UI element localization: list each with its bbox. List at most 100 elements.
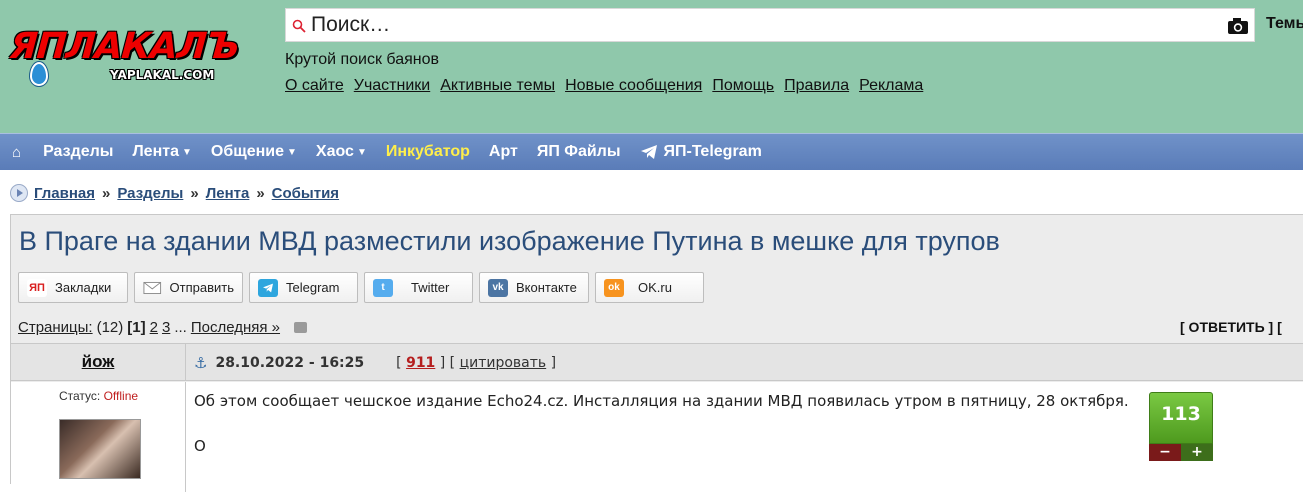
rate-down-button[interactable]: − [1149,444,1181,461]
breadcrumb-separator: » [256,184,265,202]
breadcrumb: Главная » Разделы » Лента » События [10,184,339,202]
breadcrumb-arrow-icon [10,184,28,202]
share-send-button[interactable]: Отправить [134,272,243,303]
breadcrumb-sections[interactable]: Разделы [117,185,183,202]
share-twitter-button[interactable]: t Twitter [364,272,473,303]
nav-item-feed[interactable]: Лента ▼ [132,143,191,161]
topic-block: В Праге на здании МВД разместили изображ… [10,214,1303,492]
nav-item-label: Разделы [43,143,114,160]
telegram-icon [258,278,278,297]
breadcrumb-separator: » [190,184,199,202]
home-icon[interactable]: ⌂ [12,144,21,161]
bracket-open: [ [396,355,407,371]
top-link-help[interactable]: Помощь [712,77,774,95]
subscribe-icon[interactable] [294,322,308,333]
top-link-members[interactable]: Участники [354,77,430,95]
share-label: Twitter [411,280,450,295]
pages-total: (12) [96,319,124,336]
post-paragraph: Об этом сообщает чешское издание Echo24.… [194,392,1129,410]
share-buttons: ЯП Закладки Отправить Telegram t Twitter… [18,272,704,303]
envelope-icon [143,281,162,294]
post-rating: 113 − + [1149,392,1213,462]
share-bookmarks-button[interactable]: ЯП Закладки [18,272,128,303]
nav-item-label: Лента [132,143,179,160]
nav-item-telegram[interactable]: ЯП-Telegram [640,143,762,161]
vk-icon: vk [488,278,508,297]
share-vk-button[interactable]: vk Вконтакте [479,272,589,303]
teardrop-icon [30,62,48,86]
status-label: Статус: [58,389,101,403]
nav-item-chat[interactable]: Общение ▼ [211,143,297,161]
page-current: [1] [127,319,146,336]
share-label: Отправить [169,280,234,295]
nav-item-label: Общение [210,143,285,160]
caret-down-icon: ▼ [287,146,297,158]
rating-value: 113 [1149,392,1213,444]
top-link-about[interactable]: О сайте [285,77,344,95]
search-box [285,8,1255,42]
top-links: О сайте Участники Активные темы Новые со… [285,77,923,95]
status-value: Offline [103,389,139,403]
reply-button[interactable]: [ ОТВЕТИТЬ ] [ [1180,319,1282,335]
search-tagline: Крутой поиск баянов [285,51,440,68]
nav-item-label: Арт [488,143,518,160]
bracket-close: ] [546,355,557,371]
post-paragraph: О [194,437,206,455]
top-link-ads[interactable]: Реклама [859,77,923,95]
author-info: Статус: Offline [11,382,186,492]
topic-title: В Праге на здании МВД разместили изображ… [19,226,1000,256]
breadcrumb-events[interactable]: События [272,185,339,202]
share-ok-button[interactable]: ok OK.ru [595,272,704,303]
share-label: Вконтакте [516,280,577,295]
rate-up-button[interactable]: + [1181,444,1213,461]
nav-item-label: ЯП-Telegram [663,143,762,160]
main-nav: ⌂ Разделы Лента ▼ Общение ▼ Хаос ▼ Инкубато… [0,133,1303,170]
post-number-link[interactable]: 911 [406,355,435,371]
telegram-icon [640,145,657,159]
top-link-new-messages[interactable]: Новые сообщения [565,77,702,95]
breadcrumb-feed[interactable]: Лента [206,185,250,202]
themes-label[interactable]: Темы [1266,15,1303,33]
pages-ellipsis: ... [174,319,187,336]
nav-item-files[interactable]: ЯП Файлы [537,143,621,161]
nav-item-label: Инкубатор [385,143,470,160]
author-cell: йож [11,344,186,380]
avatar[interactable] [59,419,141,479]
cite-link[interactable]: цитировать [460,355,547,371]
nav-item-art[interactable]: Арт [489,143,518,161]
search-icon [292,19,306,33]
share-label: OK.ru [638,280,672,295]
top-link-rules[interactable]: Правила [784,77,849,95]
nav-item-chaos[interactable]: Хаос ▼ [316,143,367,161]
anchor-icon[interactable]: ⚓ [194,354,207,372]
caret-down-icon: ▼ [356,146,367,158]
page-link-3[interactable]: 3 [162,319,170,336]
breadcrumb-home[interactable]: Главная [34,185,95,202]
site-header: ЯПЛАКАЛЪ YAPLAKAL.COM Темы Крутой поиск … [0,0,1303,133]
breadcrumb-separator: » [102,184,111,202]
nav-item-sections[interactable]: Разделы [43,143,113,161]
logo-text: ЯПЛАКАЛЪ [8,26,241,67]
odnoklassniki-icon: ok [604,278,624,297]
post-author[interactable]: йож [82,352,115,372]
share-label: Telegram [286,280,340,295]
page-link-2[interactable]: 2 [150,319,158,336]
page-link-last[interactable]: Последняя » [191,319,280,336]
nav-item-label: Хаос [315,143,354,160]
nav-item-incubator[interactable]: Инкубатор [386,143,470,161]
pages-label[interactable]: Страницы: [18,319,93,336]
search-input[interactable] [311,9,1211,41]
top-link-active-topics[interactable]: Активные темы [440,77,555,95]
post-meta: ⚓ 28.10.2022 - 16:25 [ 911 ] [ цитироват… [194,354,556,372]
nav-item-label: ЯП Файлы [536,143,621,160]
post-text: Об этом сообщает чешское издание Echo24.… [194,389,1144,479]
twitter-icon: t [373,278,393,297]
bracket-separator: ] [ [435,355,460,371]
camera-icon[interactable] [1227,17,1249,35]
site-logo[interactable]: ЯПЛАКАЛЪ YAPLAKAL.COM [8,20,260,90]
post-header: йож ⚓ 28.10.2022 - 16:25 [ 911 ] [ цитир… [11,343,1303,381]
share-telegram-button[interactable]: Telegram [249,272,358,303]
author-status: Статус: Offline [11,389,186,403]
caret-down-icon: ▼ [181,146,192,158]
yaplakal-icon: ЯП [27,278,47,297]
